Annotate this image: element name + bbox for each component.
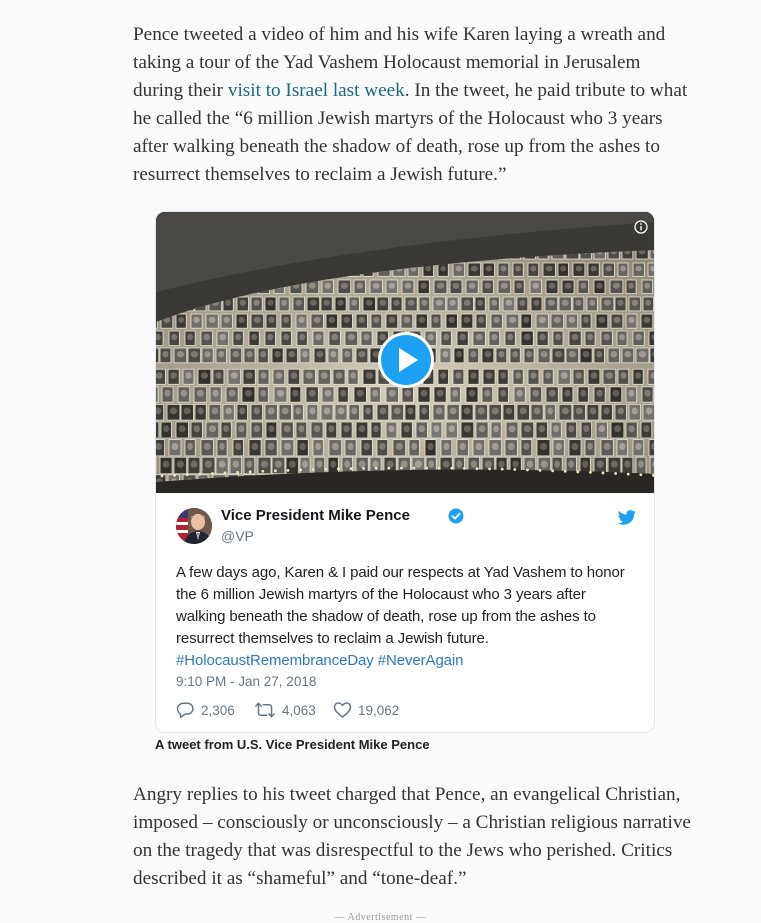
- article-paragraph-2: Angry replies to his tweet charged that …: [133, 784, 691, 889]
- info-icon[interactable]: [634, 220, 648, 234]
- twitter-bird-icon[interactable]: [618, 510, 636, 525]
- like-count: 19,062: [358, 702, 400, 718]
- tweet-text: A few days ago, Karen & I paid our respe…: [176, 562, 638, 672]
- tweet-header: Vice President Mike Pence @VP: [176, 507, 636, 548]
- hashtag-never-again[interactable]: #NeverAgain: [378, 652, 464, 669]
- tweet-embed[interactable]: Vice President Mike Pence @VP A few days…: [155, 211, 655, 733]
- tweet-handle[interactable]: @VP: [221, 528, 254, 544]
- retweet-button[interactable]: 4,063: [254, 700, 316, 720]
- advertisement-label: — Advertisement —: [334, 912, 427, 923]
- verified-badge-icon: [448, 508, 464, 524]
- article-paragraph-1: Pence tweeted a video of him and his wif…: [133, 21, 693, 189]
- heart-icon: [333, 702, 352, 718]
- retweet-icon: [254, 702, 276, 718]
- play-icon[interactable]: [377, 331, 435, 389]
- tweet-body: A few days ago, Karen & I paid our respe…: [176, 564, 625, 647]
- retweet-count: 4,063: [282, 702, 316, 718]
- tweet-author-name[interactable]: Vice President Mike Pence: [221, 507, 410, 524]
- avatar[interactable]: [176, 508, 212, 544]
- reply-count: 2,306: [201, 702, 235, 718]
- tweet-video[interactable]: [156, 212, 654, 493]
- tweet-timestamp[interactable]: 9:10 PM - Jan 27, 2018: [176, 674, 316, 689]
- reply-icon: [176, 702, 194, 719]
- israel-visit-link[interactable]: visit to Israel last week: [228, 80, 405, 101]
- reply-button[interactable]: 2,306: [176, 700, 235, 720]
- hashtag-holocaust-remembrance-day[interactable]: #HolocaustRemembranceDay: [176, 652, 374, 669]
- like-button[interactable]: 19,062: [333, 700, 399, 720]
- avatar-image: [176, 508, 212, 544]
- embed-caption: A tweet from U.S. Vice President Mike Pe…: [155, 737, 430, 752]
